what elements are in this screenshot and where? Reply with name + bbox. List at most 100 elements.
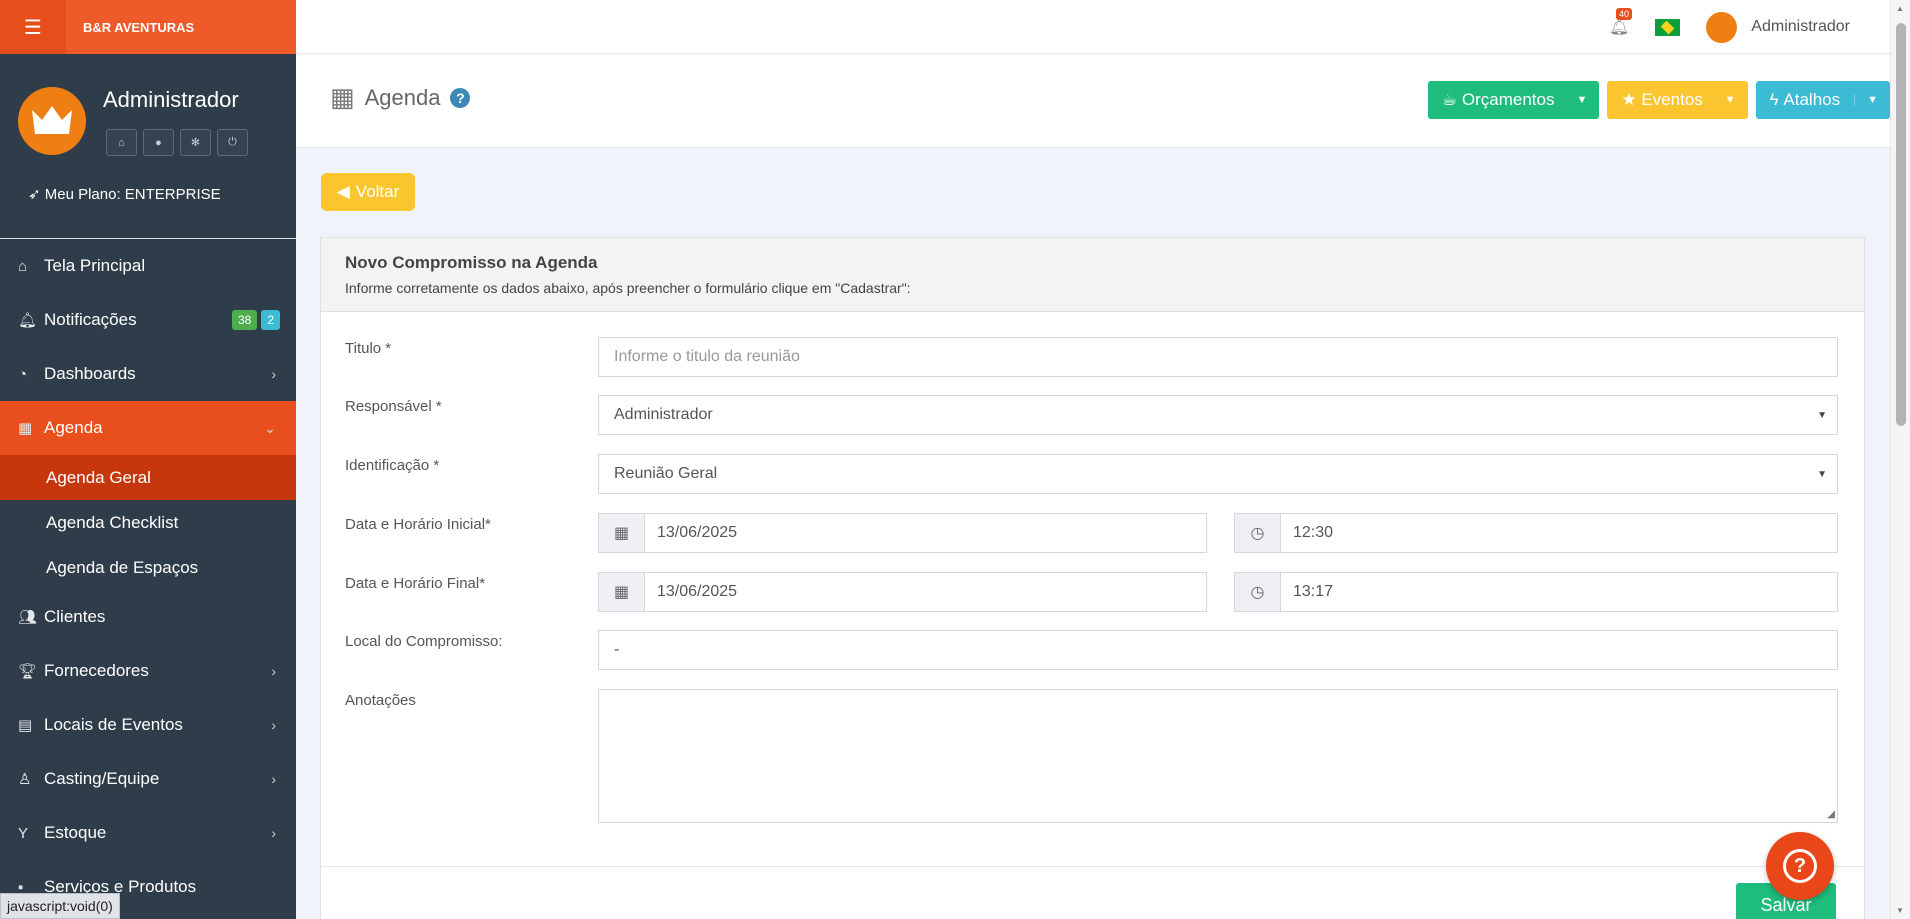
bolt-icon: ϟ [1769,90,1779,109]
calendar-icon: ▦ [330,82,355,112]
clock-icon: ◷ [1235,514,1281,552]
caret-down-icon: ▼ [1576,94,1588,106]
chevron-right-icon: › [271,825,276,841]
form-heading: Novo Compromisso na Agenda [345,253,598,272]
notification-bell[interactable]: 🔔︎ 40 [1608,8,1632,37]
dashboard-icon: ◔ [18,365,28,383]
sidebar-item-agenda[interactable]: ▦ Agenda ⌄ [0,401,296,455]
home-icon[interactable]: ⌂ [106,129,137,156]
avatar [18,87,86,155]
bell-icon: 🔔︎ [18,312,38,329]
final-label: Data e Horário Final* [345,575,486,592]
user-icon[interactable]: ● [143,129,174,156]
inicial-time-field[interactable]: ◷ 12:30 [1234,513,1838,553]
brand-name: B&R AVENTURAS [83,19,195,35]
chevron-right-icon: › [271,366,276,382]
sidebar-subitem-agenda-checklist[interactable]: Agenda Checklist [0,500,296,545]
building-icon: ▤ [18,717,33,734]
inicial-label: Data e Horário Inicial* [345,516,491,533]
menu-toggle-icon[interactable]: ☰ [0,0,66,54]
calendar-icon: ▦ [599,573,645,611]
clock-icon: ◷ [1235,573,1281,611]
sidebar-item-locais-eventos[interactable]: ▤ Locais de Eventos › [0,698,296,752]
voltar-button[interactable]: ◀ Voltar [321,173,415,211]
help-fab-button[interactable]: ? [1766,832,1834,900]
home-icon: ⌂ [18,257,28,275]
sidebar-item-fornecedores[interactable]: 🏆︎ Fornecedores › [0,644,296,698]
responsavel-select[interactable]: Administrador ▼ [598,395,1838,435]
anotacoes-textarea[interactable]: ◢ [598,689,1838,823]
anotacoes-label: Anotações [345,692,416,709]
titulo-label: Titulo * [345,340,392,357]
notification-badges: 38 2 [228,310,280,330]
person-icon: ♙ [18,771,32,788]
local-label: Local do Compromisso: [345,633,503,650]
profile-actions: ⌂ ● ✻ ⏻ [106,129,248,156]
trophy-icon: 🏆︎ [18,663,38,680]
sidebar-item-estoque[interactable]: Y Estoque › [0,806,296,860]
star-icon: ★ [1621,90,1637,109]
profile-panel: Administrador ⌂ ● ✻ ⏻ ➶ Meu Plano: ENTER… [0,54,296,239]
caret-down-icon: ▼ [1817,468,1827,480]
profile-name: Administrador [103,87,239,112]
scrollbar[interactable]: ▲ ▼ [1890,0,1910,919]
final-time-field[interactable]: ◷ 13:17 [1234,572,1838,612]
responsavel-label: Responsável * [345,398,442,415]
sidebar-item-dashboards[interactable]: ◔ Dashboards › [0,347,296,401]
inicial-date-field[interactable]: ▦ 13/06/2025 [598,513,1207,553]
orcamentos-button[interactable]: ☕︎ Orçamentos ▼ [1427,81,1600,119]
user-menu[interactable]: Administrador [1706,11,1850,43]
sidebar-item-notificacoes[interactable]: 🔔︎ Notificações 38 2 [0,293,296,347]
card-header: Novo Compromisso na Agenda Informe corre… [321,238,1864,312]
local-input[interactable]: - [598,630,1838,670]
chevron-down-icon: ⌄ [264,419,276,436]
plan-label[interactable]: ➶ Meu Plano: ENTERPRISE [28,185,221,203]
final-date-field[interactable]: ▦ 13/06/2025 [598,572,1207,612]
form-card: Novo Compromisso na Agenda Informe corre… [320,237,1865,919]
resize-handle-icon[interactable]: ◢ [1827,809,1835,820]
caret-down-icon: ▼ [1724,94,1736,106]
divider [321,866,1864,867]
eventos-button[interactable]: ★ Eventos ▼ [1607,81,1748,119]
identificacao-select[interactable]: Reunião Geral ▼ [598,454,1838,494]
chevron-right-icon: › [271,717,276,733]
titulo-input[interactable]: Informe o titulo da reunião [598,337,1838,377]
caret-down-icon: ▼ [1817,409,1827,421]
question-icon: ? [1783,849,1817,883]
sidebar: ☰ B&R AVENTURAS Administrador ⌂ ● ✻ ⏻ ➶ … [0,0,296,919]
users-icon: 👥︎ [18,609,38,626]
topbar-right: 🔔︎ 40 Administrador [1609,0,1850,54]
help-icon[interactable]: ? [450,87,471,108]
calendar-icon: ▦ [599,514,645,552]
chevron-right-icon: › [271,771,276,787]
header-buttons: ☕︎ Orçamentos ▼ ★ Eventos ▼ ϟ Atalhos ▼ [1427,81,1890,119]
badge-blue: 2 [261,310,280,330]
chevron-right-icon: › [271,663,276,679]
brazil-flag-icon[interactable] [1655,18,1681,36]
sidebar-item-tela-principal[interactable]: ⌂ Tela Principal [0,239,296,293]
topbar: 🔔︎ 40 Administrador [296,0,1890,54]
page-header: ▦ Agenda ? ☕︎ Orçamentos ▼ ★ Eventos ▼ ϟ… [296,55,1890,148]
status-bar-url: javascript:void(0) [0,893,120,919]
caret-down-icon: ▼ [1854,94,1890,106]
gear-icon[interactable]: ✻ [180,129,211,156]
sidebar-subitem-agenda-geral[interactable]: Agenda Geral [0,455,296,500]
arrow-left-circle-icon: ◀ [336,182,350,201]
atalhos-button[interactable]: ϟ Atalhos ▼ [1755,81,1890,119]
identificacao-label: Identificação * [345,457,440,474]
bell-icon: 🔔︎ [1608,19,1630,36]
sidebar-item-casting-equipe[interactable]: ♙ Casting/Equipe › [0,752,296,806]
sidebar-item-clientes[interactable]: 👥︎ Clientes [0,590,296,644]
page-title: ▦ Agenda ? [330,82,471,113]
avatar [1706,11,1738,43]
scroll-up-icon[interactable]: ▲ [1896,4,1904,13]
scrollbar-thumb[interactable] [1896,23,1906,426]
rocket-icon: ➶ [28,186,41,203]
power-icon[interactable]: ⏻ [217,129,248,156]
calendar-icon: ▦ [18,420,33,437]
brand-bar: ☰ B&R AVENTURAS [0,0,296,54]
form-subheading: Informe corretamente os dados abaixo, ap… [345,280,911,296]
scroll-down-icon[interactable]: ▼ [1896,906,1904,915]
notification-count: 40 [1615,8,1632,20]
sidebar-subitem-agenda-espacos[interactable]: Agenda de Espaços [0,545,296,590]
